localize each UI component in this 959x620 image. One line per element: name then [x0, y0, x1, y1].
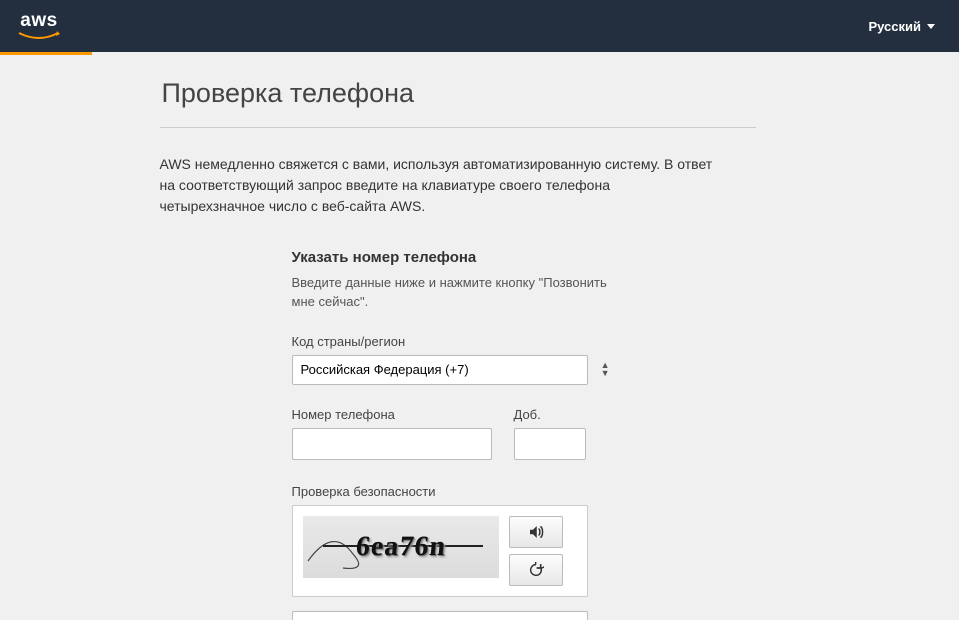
phone-input[interactable] — [292, 428, 492, 460]
page-body: Проверка телефона AWS немедленно свяжетс… — [0, 52, 959, 620]
phone-form: Указать номер телефона Введите данные ни… — [160, 249, 620, 620]
captcha-input[interactable] — [292, 611, 588, 620]
form-subheading: Указать номер телефона — [292, 249, 620, 266]
chevron-down-icon — [927, 24, 935, 29]
intro-text: AWS немедленно свяжется с вами, использу… — [160, 154, 756, 217]
captcha-box: 6ea76n — [292, 505, 588, 597]
country-select-wrap: Российская Федерация (+7) ▲▼ — [292, 355, 620, 385]
language-selector[interactable]: Русский — [868, 19, 935, 34]
language-label: Русский — [868, 19, 921, 34]
aws-logo: aws — [18, 11, 60, 41]
aws-smile-icon — [18, 31, 60, 41]
ext-label: Доб. — [514, 407, 586, 422]
country-label: Код страны/регион — [292, 334, 620, 349]
top-header: aws Русский — [0, 0, 959, 52]
captcha-buttons — [509, 516, 563, 586]
captcha-text: 6ea76n — [354, 531, 447, 563]
refresh-icon — [528, 562, 544, 578]
content-container: Проверка телефона AWS немедленно свяжетс… — [160, 52, 800, 620]
ext-input[interactable] — [514, 428, 586, 460]
form-subintro: Введите данные ниже и нажмите кнопку "По… — [292, 274, 620, 312]
captcha-image: 6ea76n — [303, 516, 499, 578]
captcha-label: Проверка безопасности — [292, 484, 620, 499]
country-select[interactable]: Российская Федерация (+7) — [292, 355, 588, 385]
phone-row: Номер телефона Доб. — [292, 407, 620, 460]
phone-label: Номер телефона — [292, 407, 492, 422]
divider — [160, 127, 756, 128]
aws-logo-text: aws — [20, 11, 57, 30]
select-arrows-icon: ▲▼ — [601, 361, 610, 377]
captcha-audio-button[interactable] — [509, 516, 563, 548]
ext-col: Доб. — [514, 407, 586, 460]
audio-icon — [527, 523, 545, 541]
captcha-refresh-button[interactable] — [509, 554, 563, 586]
phone-col: Номер телефона — [292, 407, 492, 460]
page-title: Проверка телефона — [160, 78, 756, 109]
